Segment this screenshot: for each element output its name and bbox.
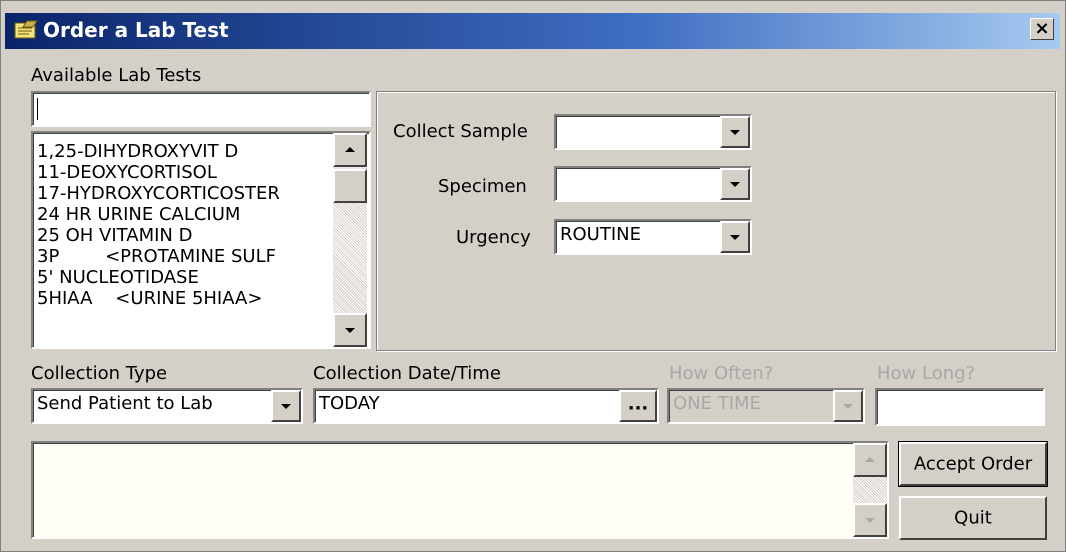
lab-test-search-input[interactable] bbox=[31, 91, 371, 127]
chevron-down-icon bbox=[843, 404, 853, 409]
collect-sample-dropdown-button[interactable] bbox=[720, 116, 750, 148]
collection-type-label: Collection Type bbox=[31, 363, 168, 384]
chevron-down-icon bbox=[730, 182, 740, 187]
collect-sample-select[interactable] bbox=[554, 114, 752, 150]
list-scroll-down-button[interactable] bbox=[333, 313, 367, 347]
urgency-value: ROUTINE bbox=[560, 224, 641, 245]
collection-type-dropdown-button[interactable] bbox=[271, 390, 301, 422]
arrow-down-icon bbox=[345, 328, 355, 333]
collection-datetime-input[interactable]: TODAY ... bbox=[313, 388, 659, 424]
chevron-down-icon bbox=[730, 235, 740, 240]
chevron-down-icon bbox=[281, 404, 291, 409]
notepad-icon bbox=[14, 20, 38, 39]
list-item[interactable]: 5' NUCLEOTIDASE bbox=[37, 267, 199, 288]
quit-button[interactable]: Quit bbox=[899, 496, 1047, 540]
list-item[interactable]: 24 HR URINE CALCIUM bbox=[37, 204, 240, 225]
list-item[interactable]: 1,25-DIHYDROXYVIT D bbox=[37, 141, 238, 162]
collection-datetime-value: TODAY bbox=[319, 393, 380, 414]
arrow-up-icon bbox=[865, 457, 875, 462]
list-scroll-up-button[interactable] bbox=[333, 133, 367, 167]
text-cursor bbox=[37, 98, 38, 120]
how-often-dropdown-button[interactable] bbox=[833, 390, 863, 422]
quit-label: Quit bbox=[954, 507, 992, 529]
list-item[interactable]: 25 OH VITAMIN D bbox=[37, 225, 192, 246]
accept-order-label: Accept Order bbox=[913, 453, 1033, 475]
ellipsis-icon: ... bbox=[627, 393, 649, 415]
list-item[interactable]: 11-DEOXYCORTISOL bbox=[37, 162, 217, 183]
title-bar[interactable]: Order a Lab Test × bbox=[5, 13, 1060, 49]
specimen-select[interactable] bbox=[554, 166, 752, 202]
chevron-down-icon bbox=[730, 130, 740, 135]
specimen-label: Specimen bbox=[438, 176, 527, 197]
collection-type-value: Send Patient to Lab bbox=[37, 393, 213, 414]
list-item[interactable]: 17-HYDROXYCORTICOSTER bbox=[37, 183, 280, 204]
urgency-dropdown-button[interactable] bbox=[720, 221, 750, 253]
order-lab-test-window: Order a Lab Test × Available Lab Tests 1… bbox=[0, 0, 1066, 552]
accept-order-button[interactable]: Accept Order bbox=[899, 442, 1047, 486]
arrow-down-icon bbox=[865, 518, 875, 523]
lab-test-list[interactable]: 1,25-DIHYDROXYVIT D 11-DEOXYCORTISOL 17-… bbox=[31, 131, 371, 349]
datetime-picker-button[interactable]: ... bbox=[619, 390, 657, 422]
how-often-value: ONE TIME bbox=[673, 393, 761, 414]
how-often-label: How Often? bbox=[669, 363, 774, 384]
available-lab-tests-label: Available Lab Tests bbox=[31, 65, 202, 86]
list-item[interactable]: 5HIAA <URINE 5HIAA> bbox=[37, 288, 262, 309]
arrow-up-icon bbox=[345, 147, 355, 152]
order-text-area[interactable] bbox=[31, 441, 889, 539]
urgency-label: Urgency bbox=[456, 227, 531, 248]
collection-datetime-label: Collection Date/Time bbox=[313, 363, 501, 384]
collect-sample-label: Collect Sample bbox=[393, 121, 528, 142]
order-text-scroll-up-button[interactable] bbox=[853, 443, 887, 477]
close-icon: × bbox=[1034, 18, 1050, 39]
how-long-input[interactable] bbox=[875, 388, 1045, 426]
list-scroll-thumb[interactable] bbox=[333, 169, 367, 203]
collection-type-select[interactable]: Send Patient to Lab bbox=[31, 388, 303, 424]
list-item[interactable]: 3P <PROTAMINE SULF bbox=[37, 246, 276, 267]
how-long-label: How Long? bbox=[877, 363, 976, 384]
order-text-scroll-down-button[interactable] bbox=[853, 503, 887, 537]
window-title: Order a Lab Test bbox=[43, 18, 229, 42]
how-often-select[interactable]: ONE TIME bbox=[667, 388, 865, 424]
urgency-select[interactable]: ROUTINE bbox=[554, 219, 752, 255]
close-button[interactable]: × bbox=[1030, 18, 1054, 40]
specimen-dropdown-button[interactable] bbox=[720, 168, 750, 200]
